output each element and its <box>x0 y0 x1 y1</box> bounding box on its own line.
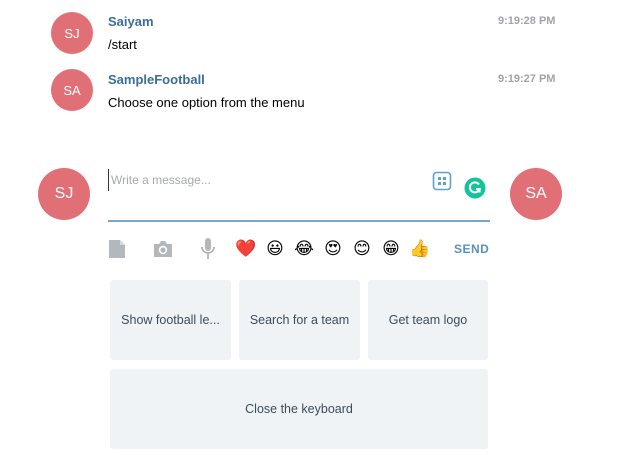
message-text: /start <box>108 37 137 52</box>
message-input[interactable] <box>108 169 411 191</box>
attach-file-icon[interactable] <box>108 239 126 259</box>
keyboard-button-search-team[interactable]: Search for a team <box>239 280 360 360</box>
avatar[interactable]: SJ <box>51 12 93 54</box>
message-text: Choose one option from the menu <box>108 95 305 110</box>
camera-icon[interactable] <box>152 240 174 258</box>
smiley-emoji-icon[interactable]: 😃 <box>264 238 286 260</box>
tears-of-joy-emoji-icon[interactable]: 😂 <box>293 238 315 260</box>
blush-emoji-icon[interactable]: 😊 <box>351 238 373 260</box>
message-time: 9:19:28 PM <box>498 15 556 27</box>
heart-emoji-icon[interactable]: ❤️ <box>235 238 257 260</box>
avatar[interactable]: SA <box>51 69 93 111</box>
grammarly-icon[interactable] <box>464 177 486 199</box>
keyboard-button-show-football-leagues[interactable]: Show football le... <box>110 280 231 360</box>
peer-avatar[interactable]: SA <box>510 168 562 220</box>
message-sender[interactable]: Saiyam <box>108 14 154 29</box>
keyboard-button-get-team-logo[interactable]: Get team logo <box>368 280 488 360</box>
heart-eyes-emoji-icon[interactable]: 😍 <box>322 238 344 260</box>
microphone-icon[interactable] <box>199 237 217 261</box>
grin-emoji-icon[interactable]: 😁 <box>380 238 402 260</box>
message-composer <box>108 165 490 222</box>
thumbs-up-emoji-icon[interactable]: 👍 <box>409 238 431 260</box>
message-sender[interactable]: SampleFootball <box>108 72 205 87</box>
self-avatar[interactable]: SJ <box>38 168 90 220</box>
bot-keyboard-icon[interactable] <box>432 171 452 191</box>
keyboard-button-close[interactable]: Close the keyboard <box>110 369 488 449</box>
message-time: 9:19:27 PM <box>498 73 556 85</box>
send-button[interactable]: SEND <box>454 242 489 256</box>
